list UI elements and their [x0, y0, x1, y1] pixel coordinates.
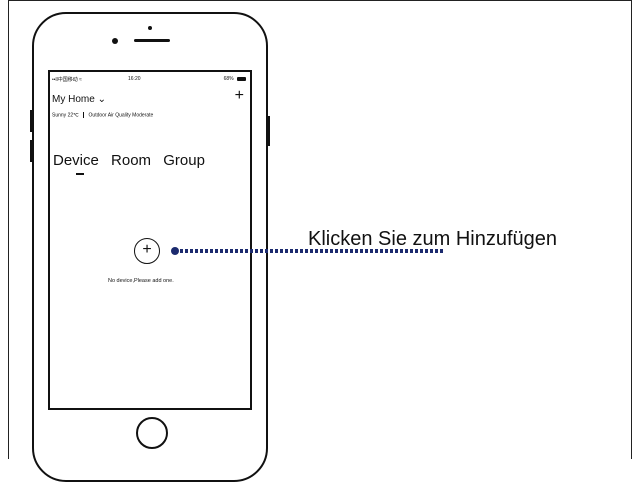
front-camera-icon: [112, 38, 118, 44]
callout-pointer-dot: [171, 247, 179, 255]
home-button-icon[interactable]: [136, 417, 168, 449]
status-bar: ••ll中国移动 ≈ 16:20 68%: [52, 76, 246, 84]
status-battery: 68%: [224, 76, 246, 82]
status-time: 16:20: [128, 76, 141, 82]
app-screen: ••ll中国移动 ≈ 16:20 68% My Home ⌄ + Sunny 2…: [48, 70, 252, 410]
callout-label: Klicken Sie zum Hinzufügen: [308, 228, 558, 250]
frame-right-line: [631, 0, 632, 459]
weather-info: Sunny 22℃ Outdoor Air Quality Moderate: [52, 112, 153, 118]
speaker-grille: [134, 39, 170, 42]
weather-condition: Sunny 22℃: [52, 112, 79, 119]
home-title: My Home: [52, 94, 95, 105]
chevron-down-icon: ⌄: [97, 94, 106, 105]
battery-percent: 68%: [223, 76, 234, 82]
tab-device[interactable]: Device: [53, 152, 99, 169]
tab-room[interactable]: Room: [111, 152, 151, 169]
air-quality: Outdoor Air Quality Moderate: [88, 112, 154, 119]
frame-left-line: [8, 0, 9, 459]
tab-group[interactable]: Group: [163, 152, 205, 169]
phone-side-button: [30, 110, 33, 132]
phone-side-button: [30, 140, 33, 162]
front-sensor-icon: [148, 26, 152, 30]
home-selector[interactable]: My Home ⌄: [52, 94, 106, 105]
phone-power-button: [267, 116, 270, 146]
battery-icon: [237, 76, 246, 81]
divider: [83, 112, 85, 118]
signal-icon: ••ll中国移动 ≈: [52, 77, 82, 83]
frame-top-line: [8, 0, 632, 1]
tab-indicator: [76, 173, 84, 175]
add-icon[interactable]: +: [235, 88, 244, 104]
add-device-button[interactable]: +: [134, 238, 160, 264]
empty-state-message: No device,Please add one.: [108, 278, 174, 284]
tab-bar: Device Room Group: [53, 152, 213, 169]
